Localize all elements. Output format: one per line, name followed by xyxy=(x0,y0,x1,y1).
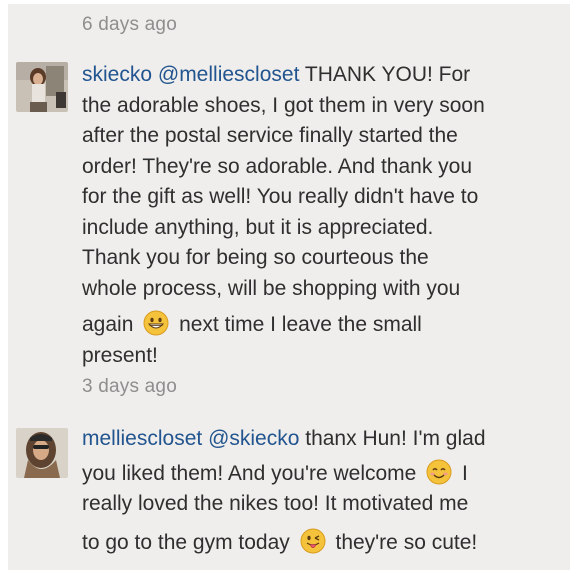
comment-text: thanx Hun! I'm glad xyxy=(299,427,486,450)
comment-text: the adorable shoes, I got them in very s… xyxy=(82,93,485,117)
comment-text: really loved the nikes too! It motivated… xyxy=(82,492,469,515)
mention-link[interactable]: @skiecko xyxy=(208,427,299,450)
smiling-face-emoji-icon xyxy=(426,459,452,484)
grinning-face-emoji-icon xyxy=(143,310,169,336)
comment-timestamp: 3 days ago xyxy=(82,376,177,397)
comment-text: Thank you for being so courteous the xyxy=(82,246,429,269)
comment-text: after the postal service finally started… xyxy=(82,124,458,147)
comment-text: to go to the gym today xyxy=(82,530,290,554)
comment-text: present! xyxy=(82,343,158,367)
comments-panel: 6 days ago skiecko @melliescloset THANK … xyxy=(8,4,570,570)
comment-text: for the gift as well! You really didn't … xyxy=(82,185,479,208)
comment-body: melliescloset @skiecko thanx Hun! I'm gl… xyxy=(82,424,562,558)
comment-text: again xyxy=(82,313,134,336)
comment-text: next time I leave the small xyxy=(179,313,422,336)
comment-body: skiecko @melliescloset THANK YOU! For th… xyxy=(82,60,562,371)
mention-link[interactable]: @melliescloset xyxy=(158,63,300,86)
avatar[interactable] xyxy=(16,62,68,112)
comment-text: order! They're so adorable. And thank yo… xyxy=(82,154,473,178)
comment-text: I xyxy=(462,461,468,485)
comment-text: you liked them! And you're welcome xyxy=(82,461,417,485)
avatar[interactable] xyxy=(16,428,68,478)
comment-timestamp: 6 days ago xyxy=(82,14,177,35)
comment-text: include anything, but it is appreciated. xyxy=(82,215,434,239)
comment-text: whole process, will be shopping with you xyxy=(82,276,461,300)
username-link[interactable]: melliescloset xyxy=(82,427,202,450)
username-link[interactable]: skiecko xyxy=(82,63,152,86)
comment-text: THANK YOU! For xyxy=(299,63,471,86)
comment-text: they're so cute! xyxy=(335,530,478,554)
winking-tongue-face-emoji-icon xyxy=(300,528,326,553)
